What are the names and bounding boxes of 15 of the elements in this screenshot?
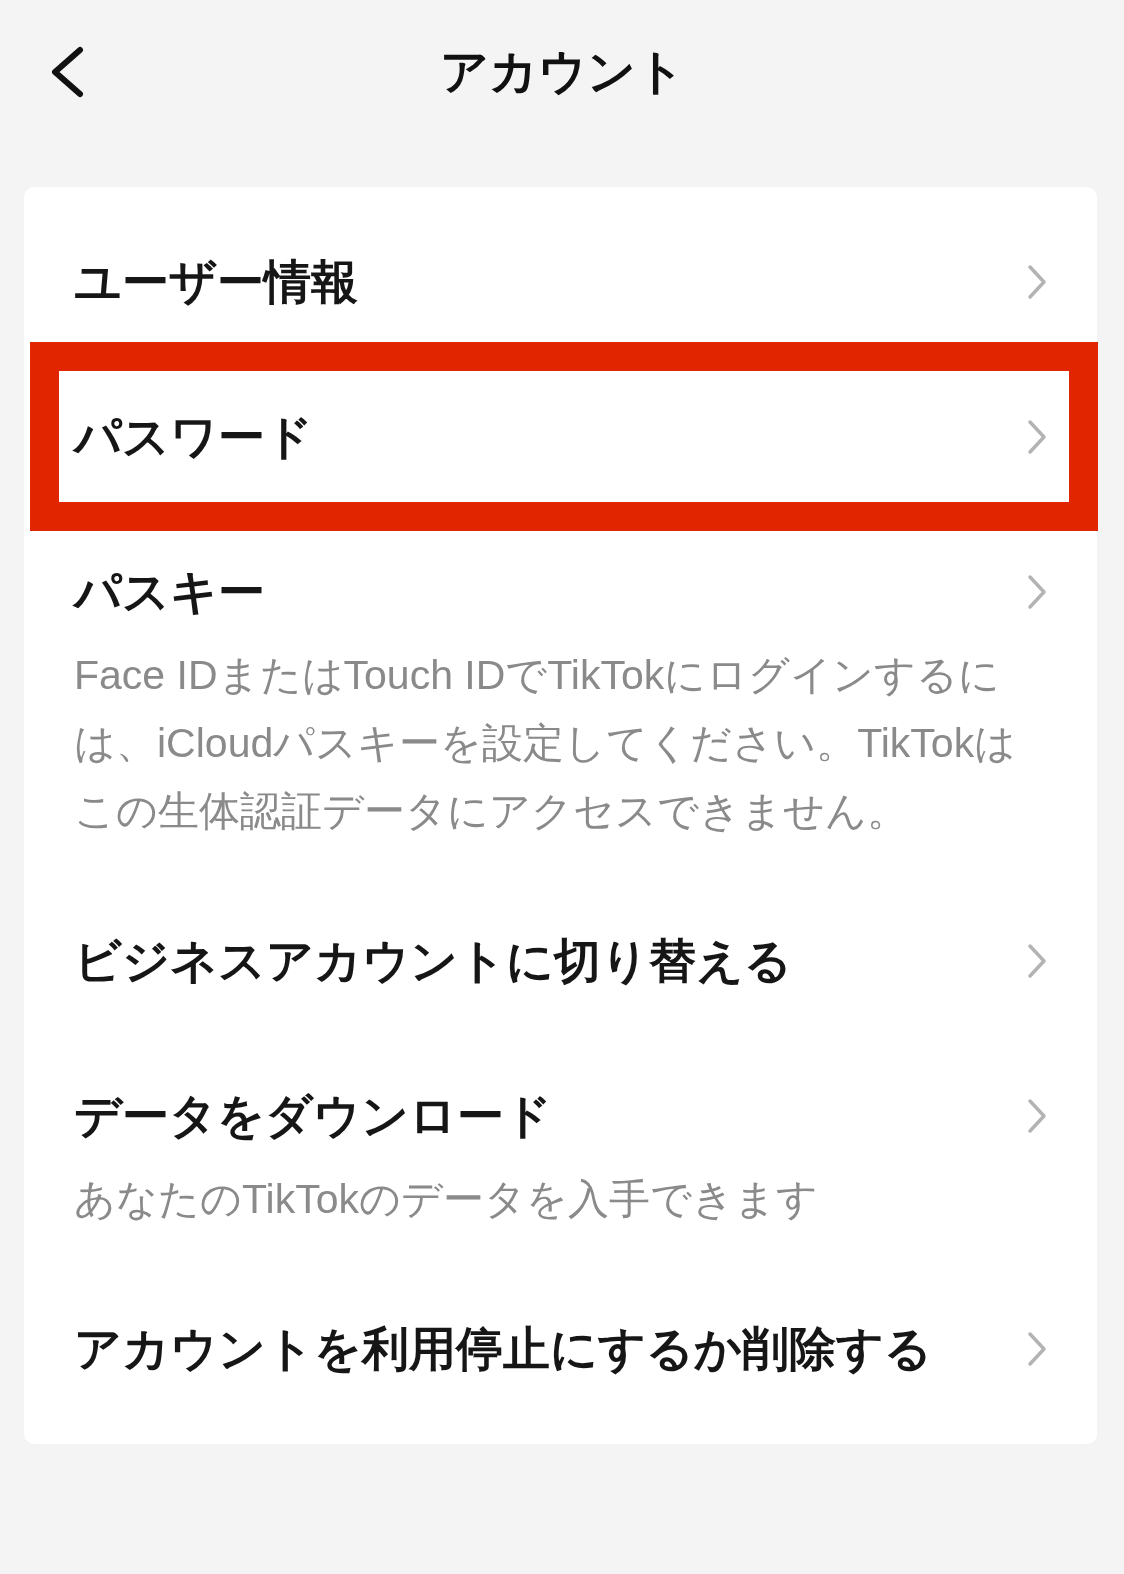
menu-item-title[interactable]: パスワード — [74, 397, 313, 476]
menu-item-title[interactable]: データをダウンロード — [74, 1076, 552, 1155]
menu-item-title[interactable]: パスキー — [74, 552, 265, 631]
menu-item-description: あなたのTikTokのデータを入手できます — [74, 1175, 819, 1224]
page-title: アカウント — [439, 44, 685, 100]
chevron-right-icon — [1027, 1330, 1047, 1367]
menu-item-title[interactable]: ユーザー情報 — [74, 242, 358, 321]
chevron-right-icon — [1027, 263, 1047, 300]
chevron-right-icon — [1027, 573, 1047, 610]
menu-item-title[interactable]: アカウントを利用停止にするか削除する — [74, 1309, 932, 1388]
chevron-right-icon — [1027, 942, 1047, 979]
menu-item-description: Face IDまたはTouch IDでTikTokにログインするには、iCloudパスキーを設定してください。TikTokはこの生体認証データにアクセスできません。 — [74, 651, 1018, 836]
chevron-right-icon — [1027, 1097, 1047, 1134]
menu-item-title[interactable]: ビジネスアカウントに切り替える — [74, 921, 792, 1000]
chevron-right-icon — [1027, 418, 1047, 455]
